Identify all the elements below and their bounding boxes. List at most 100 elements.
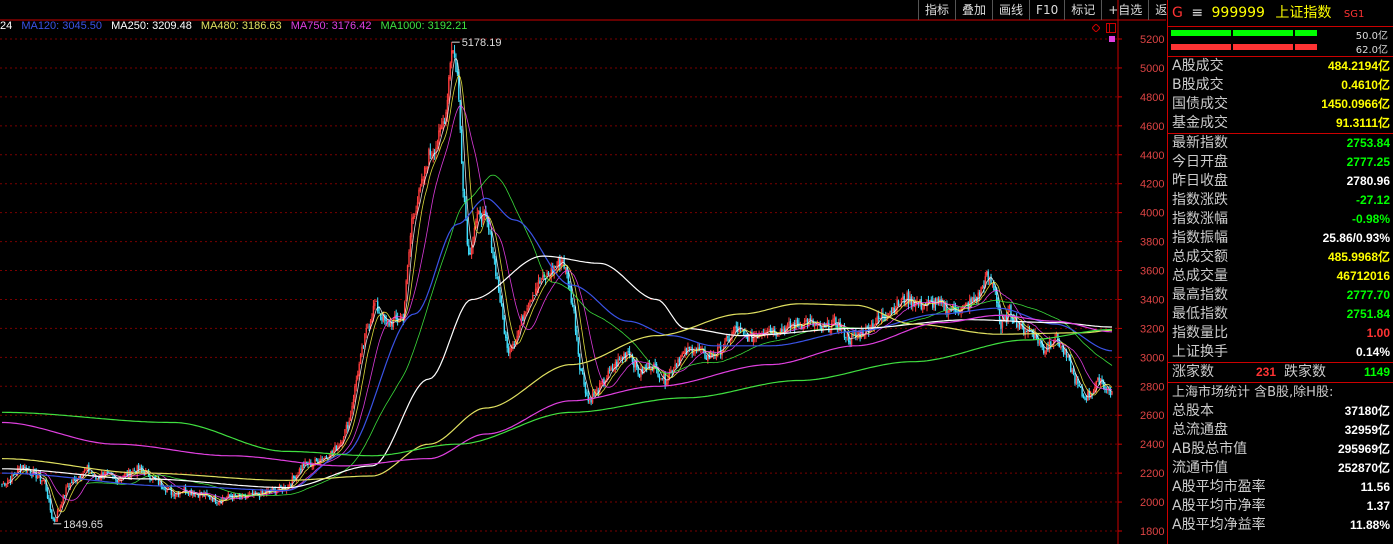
candle-body-317: [452, 50, 454, 53]
index-row-6: 总成交额 485.9968亿: [1168, 248, 1393, 267]
rise-fall-row: 涨家数 231 跌家数 1149: [1168, 363, 1393, 382]
candle-body-389: [554, 266, 557, 268]
candle-body-327: [466, 219, 469, 245]
candle-body-682: [971, 297, 974, 303]
candle-body-434: [618, 358, 621, 360]
ma-legend: 24 MA120: 3045.50 MA250: 3209.48 MA480: …: [0, 20, 473, 36]
candle-body-683: [973, 296, 975, 302]
candle-body-720: [1025, 330, 1028, 333]
candle-body-44: [63, 495, 66, 497]
ma-line-ma750: [2, 314, 1113, 467]
candle-body-584: [832, 318, 834, 323]
candle-body-296: [422, 179, 424, 181]
candle-body-374: [533, 295, 535, 296]
candle-body-308: [439, 127, 442, 133]
candle-body-37: [53, 518, 56, 522]
candle-body-309: [441, 125, 443, 130]
candle-body-351: [500, 300, 503, 305]
toolbar-f10-button[interactable]: F10: [1029, 0, 1064, 20]
candle-body-740: [1054, 338, 1056, 340]
candle-body-737: [1050, 341, 1052, 345]
candle-body-206: [294, 476, 296, 480]
y-tick-label-4200: 4200: [1140, 179, 1164, 191]
toolbar-add-watchlist-button[interactable]: +自选: [1101, 0, 1148, 20]
candle-body-298: [425, 167, 427, 169]
candle-body-759: [1081, 387, 1083, 397]
candle-body-626: [892, 307, 894, 311]
candle-body-287: [409, 235, 412, 253]
candle-body-59: [85, 468, 87, 470]
candle-body-692: [986, 271, 988, 276]
candle-body-453: [645, 367, 648, 369]
candle-body-509: [725, 337, 728, 341]
candle-body-379: [540, 281, 543, 283]
candle-body-252: [359, 354, 362, 364]
candle-body-47: [68, 486, 70, 488]
candle-body-360: [513, 344, 516, 345]
market-row-6-value: 11.88%: [1349, 518, 1390, 532]
buy-ratio-value: 50.0亿: [1355, 31, 1388, 42]
candle-body-145: [207, 495, 210, 497]
menu-icon[interactable]: ≡: [1191, 5, 1203, 21]
candle-body-334: [476, 213, 479, 223]
fall-count-label: 跌家数: [1284, 364, 1326, 380]
candle-body-375: [534, 288, 537, 294]
candle-body-33: [48, 497, 50, 500]
candle-body-763: [1087, 391, 1089, 401]
candle-body-362: [516, 335, 518, 341]
volume-row-1-value: 0.4610亿: [1341, 78, 1390, 92]
candle-body-261: [372, 305, 375, 317]
candle-body-548: [781, 328, 783, 333]
sell-ratio-bar: [1171, 44, 1317, 50]
index-row-1-value: 2777.25: [1346, 155, 1390, 169]
candle-body-357: [509, 348, 511, 354]
candle-body-262: [374, 302, 376, 307]
candle-body-226: [322, 457, 325, 460]
candle-body-210: [300, 468, 302, 471]
diamond-icon[interactable]: [1092, 24, 1100, 32]
candle-body-80: [115, 478, 117, 480]
candle-body-234: [334, 445, 336, 451]
candle-body-651: [927, 299, 930, 301]
candle-body-420: [598, 383, 601, 395]
short-ma-line-5: [7, 57, 1113, 519]
candle-body-343: [489, 230, 491, 232]
market-row-0-value: 37180亿: [1344, 404, 1390, 418]
candle-body-131: [187, 492, 190, 495]
candle-body-549: [782, 329, 784, 332]
toolbar-mark-button[interactable]: 标记: [1064, 0, 1101, 20]
window-toggle-icon[interactable]: [1106, 23, 1116, 33]
candle-body-110: [157, 479, 160, 485]
candle-body-263: [375, 300, 377, 302]
toolbar-draw-button[interactable]: 画线: [992, 0, 1029, 20]
candle-body-203: [290, 484, 292, 486]
candle-body-285: [406, 265, 409, 281]
candle-body-770: [1097, 377, 1099, 381]
candle-body-746: [1062, 347, 1065, 355]
market-row-6: A股平均净益率 11.88%: [1168, 516, 1393, 535]
candle-body-479: [682, 352, 685, 354]
candle-body-522: [744, 330, 746, 333]
candle-body-552: [786, 324, 789, 328]
market-row-3-value: 252870亿: [1337, 461, 1390, 475]
kline-chart[interactable]: 1800 2000 2200 2400 2600 2800 3000 3200 3400 3600…: [0, 0, 1166, 544]
candle-body-329: [469, 253, 471, 255]
index-row-6-value: 485.9968亿: [1327, 250, 1390, 264]
candle-body-2: [4, 483, 6, 486]
candle-body-225: [321, 459, 323, 461]
candle-body-409: [583, 374, 585, 385]
toolbar-overlay-button[interactable]: 叠加: [955, 0, 992, 20]
candle-body-292: [416, 202, 419, 209]
toolbar-indicator-button[interactable]: 指标: [918, 0, 955, 20]
candle-body-3: [5, 483, 7, 486]
candle-body-175: [250, 493, 252, 495]
candle-body-74: [106, 471, 109, 473]
candle-body-29: [42, 480, 44, 482]
candle-body-301: [429, 149, 432, 156]
candle-body-245: [349, 414, 352, 421]
candle-body-467: [665, 382, 668, 386]
candle-body-735: [1047, 346, 1049, 348]
candle-body-181: [258, 495, 261, 498]
candle-body-475: [677, 359, 679, 366]
candle-body-693: [987, 271, 989, 280]
